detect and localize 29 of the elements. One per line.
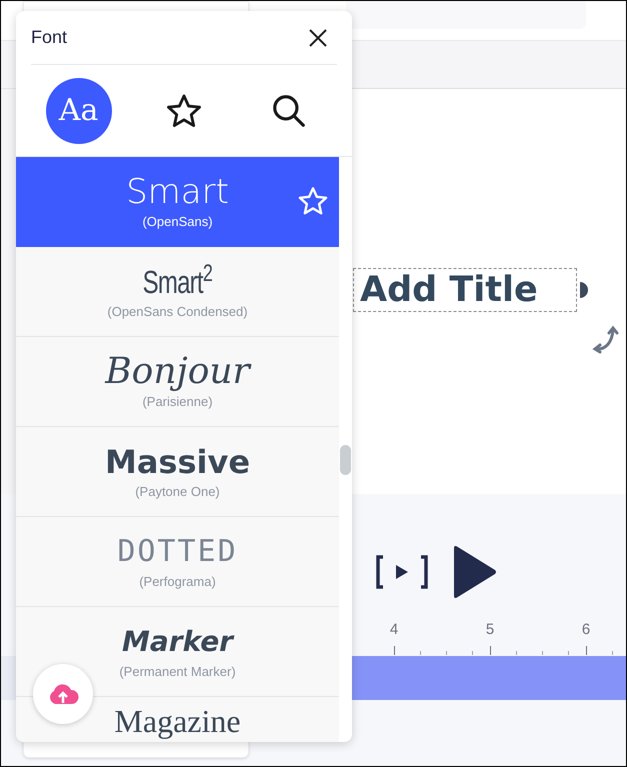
timeline-track[interactable] [352,656,626,700]
font-item[interactable]: Magazine [16,697,339,742]
font-source: (Parisienne) [142,392,213,411]
rotate-icon[interactable] [592,324,620,354]
font-source: (Permanent Marker) [119,662,236,681]
font-item[interactable]: Bonjour (Parisienne) [16,337,339,427]
all-fonts-tab[interactable]: Aa [46,78,112,144]
cloud-upload-icon [47,683,79,705]
play-icon[interactable] [451,545,497,599]
star-icon [297,185,329,217]
scrollbar-thumb[interactable] [340,445,351,475]
font-source: (OpenSans Condensed) [107,302,248,321]
font-source: (OpenSans) [142,212,213,231]
ruler-label: 5 [484,620,496,640]
preview-play-icon[interactable] [375,555,429,589]
title-text-box[interactable]: Add Title [353,268,577,312]
font-source: (Paytone One) [135,482,220,501]
font-source: (Perfograma) [139,572,216,591]
font-item[interactable]: Smart (OpenSans) [16,157,339,247]
resize-handle[interactable] [580,282,588,298]
font-item[interactable]: Marker (Permanent Marker) [16,607,339,697]
ruler-label: 6 [580,620,592,640]
star-icon [164,92,203,130]
font-item[interactable]: Smart$^{2}$ (OpenSans Condensed) [16,247,339,337]
ruler-label: 4 [388,620,400,640]
font-item[interactable]: DOTTED (Perfograma) [16,517,339,607]
font-item[interactable]: Massive (Paytone One) [16,427,339,517]
panel-title: Font [31,26,68,49]
close-icon[interactable] [308,28,328,48]
